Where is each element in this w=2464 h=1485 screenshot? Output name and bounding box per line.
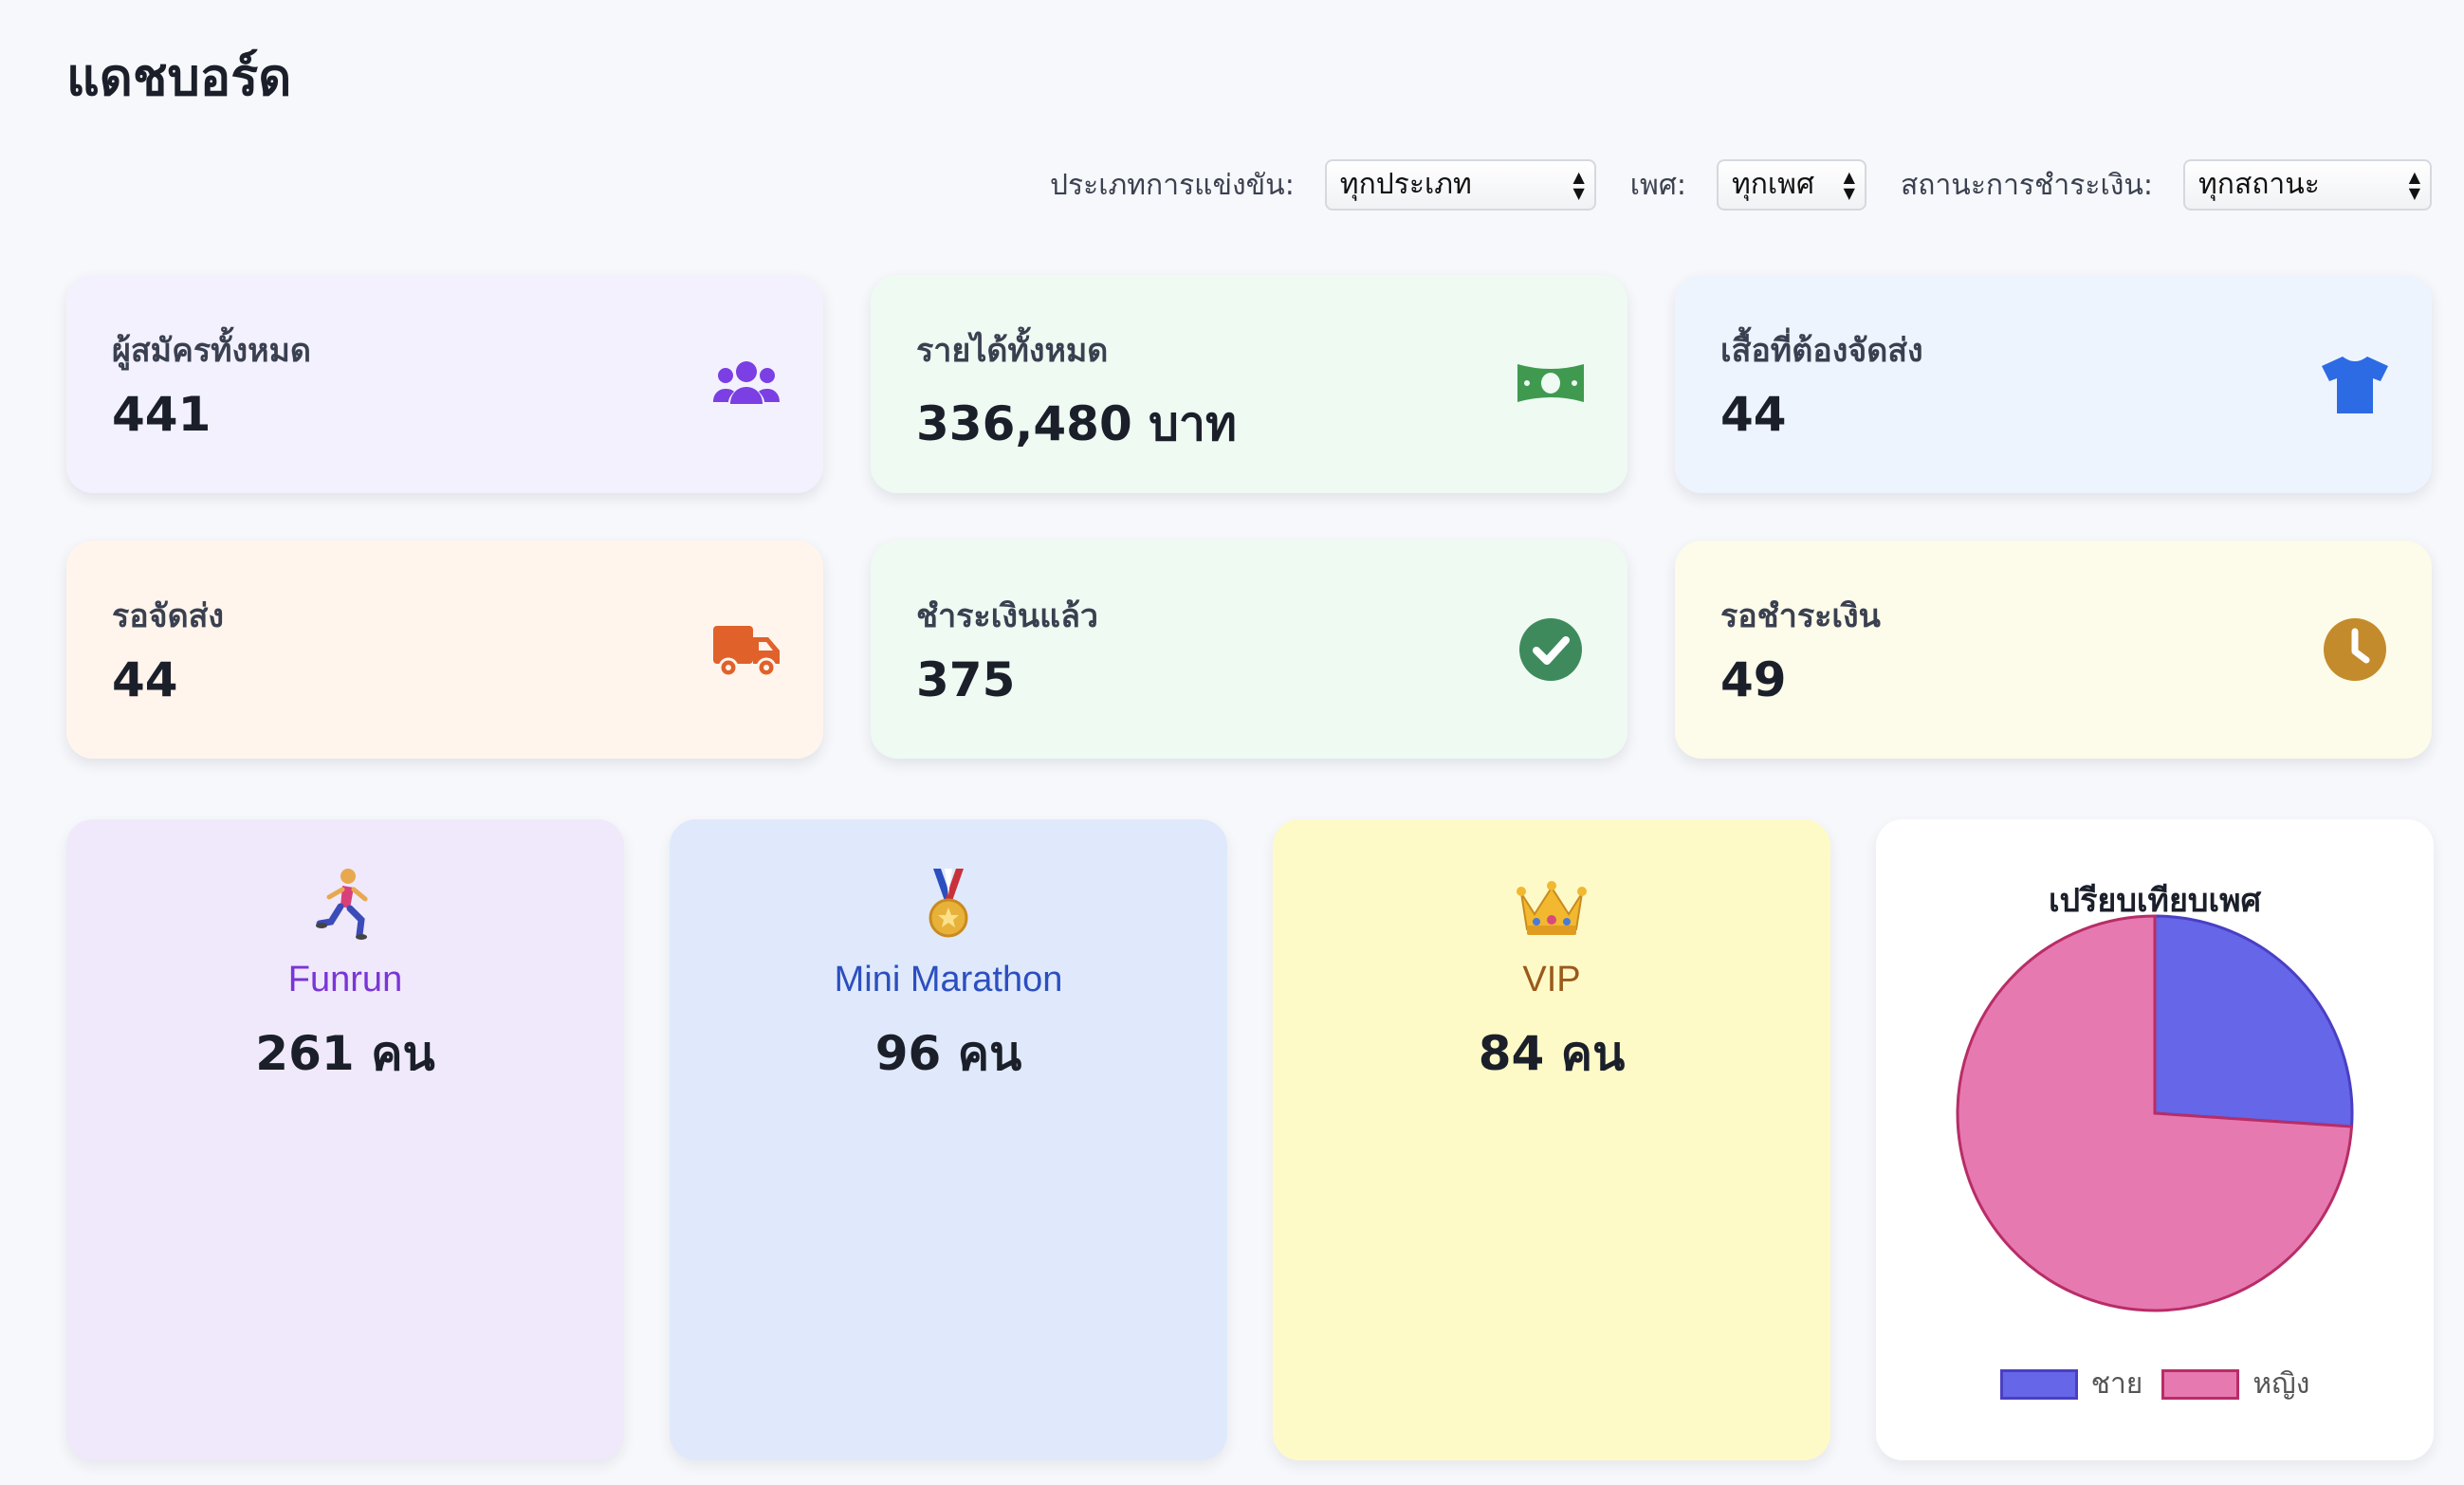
stat-label: รอชำระเงิน [1720,597,1881,635]
category-filter-label: ประเภทการแข่งขัน: [1049,168,1295,202]
stat-label: รอจัดส่ง [112,597,225,635]
legend-swatch [1999,1368,2078,1400]
category-card-vip: VIP 84 คน [1273,819,1830,1460]
category-name: VIP [1522,960,1581,999]
stat-value: 49 [1720,652,1787,707]
filter-bar: ประเภทการแข่งขัน: ทุกประเภท ▲ ▼ เพศ: ทุกเ… [1050,159,2432,211]
stat-card-total-applicants: ผู้สมัครทั้งหมด 441 [66,275,823,493]
stat-card-shirts-to-ship: เสื้อที่ต้องจัดส่ง 44 [1675,275,2432,493]
legend-label: ชาย [2090,1367,2143,1401]
category-count: 261 คน [255,1026,435,1081]
select-arrows-icon: ▲ ▼ [1572,168,1585,202]
payment-filter-value: ทุกสถานะ [2198,168,2320,201]
medal-icon [929,869,968,938]
tshirt-icon [2322,357,2388,413]
category-name: Mini Marathon [834,960,1063,999]
category-card-funrun: Funrun 261 คน [66,819,624,1460]
runner-icon [316,869,368,940]
page-title: แดชบอร์ด [66,47,292,107]
category-count: 96 คน [874,1026,1022,1081]
stat-label: ชำระเงินแล้ว [916,597,1098,635]
payment-filter-label: สถานะการชำระเงิน: [1900,168,2153,202]
legend-item-male[interactable]: ชาย [1999,1362,2143,1406]
stat-value: 375 [916,652,1016,707]
stat-card-paid: ชำระเงินแล้ว 375 [871,541,1627,759]
stat-label: รายได้ทั้งหมด [916,332,1109,370]
category-name: Funrun [287,960,403,999]
stat-card-awaiting-payment: รอชำระเงิน 49 [1675,541,2432,759]
money-icon [1517,364,1584,402]
gender-filter-label: เพศ: [1629,168,1686,202]
category-card-mini-marathon: Mini Marathon 96 คน [670,819,1227,1460]
pie-slice-male[interactable] [2153,914,2354,1128]
category-filter-value: ทุกประเภท [1339,168,1472,201]
crown-icon [1517,881,1587,935]
stat-value: 441 [112,387,211,442]
select-arrows-icon: ▲ ▼ [2408,168,2420,202]
clock-icon [2324,618,2386,681]
gender-filter-value: ทุกเพศ [1731,168,1814,201]
select-arrows-icon: ▲ ▼ [1843,168,1855,202]
category-filter-select[interactable]: ทุกประเภท ▲ ▼ [1324,159,1596,211]
category-count: 84 คน [1478,1026,1626,1081]
legend-label: หญิง [2253,1367,2310,1401]
legend-item-female[interactable]: หญิง [2161,1362,2309,1406]
stat-value: 44 [1720,387,1787,442]
stat-value: 336,480 บาท [916,396,1237,451]
gender-filter-select[interactable]: ทุกเพศ ▲ ▼ [1716,159,1866,211]
stat-value: 44 [112,652,178,707]
payment-filter-select[interactable]: ทุกสถานะ ▲ ▼ [2183,159,2432,211]
stat-card-total-revenue: รายได้ทั้งหมด 336,480 บาท [871,275,1627,493]
check-circle-icon [1519,618,1582,681]
users-icon [713,361,780,404]
stat-label: เสื้อที่ต้องจัดส่ง [1720,332,1923,370]
stat-label: ผู้สมัครทั้งหมด [112,332,312,370]
chart-legend: ชาย หญิง [1876,1362,2434,1406]
stat-card-awaiting-shipment: รอจัดส่ง 44 [66,541,823,759]
gender-pie-chart [1956,914,2354,1312]
gender-chart-card: เปรียบเทียบเพศ ชาย หญิง [1876,819,2434,1460]
truck-icon [713,626,780,678]
legend-swatch [2161,1368,2240,1400]
